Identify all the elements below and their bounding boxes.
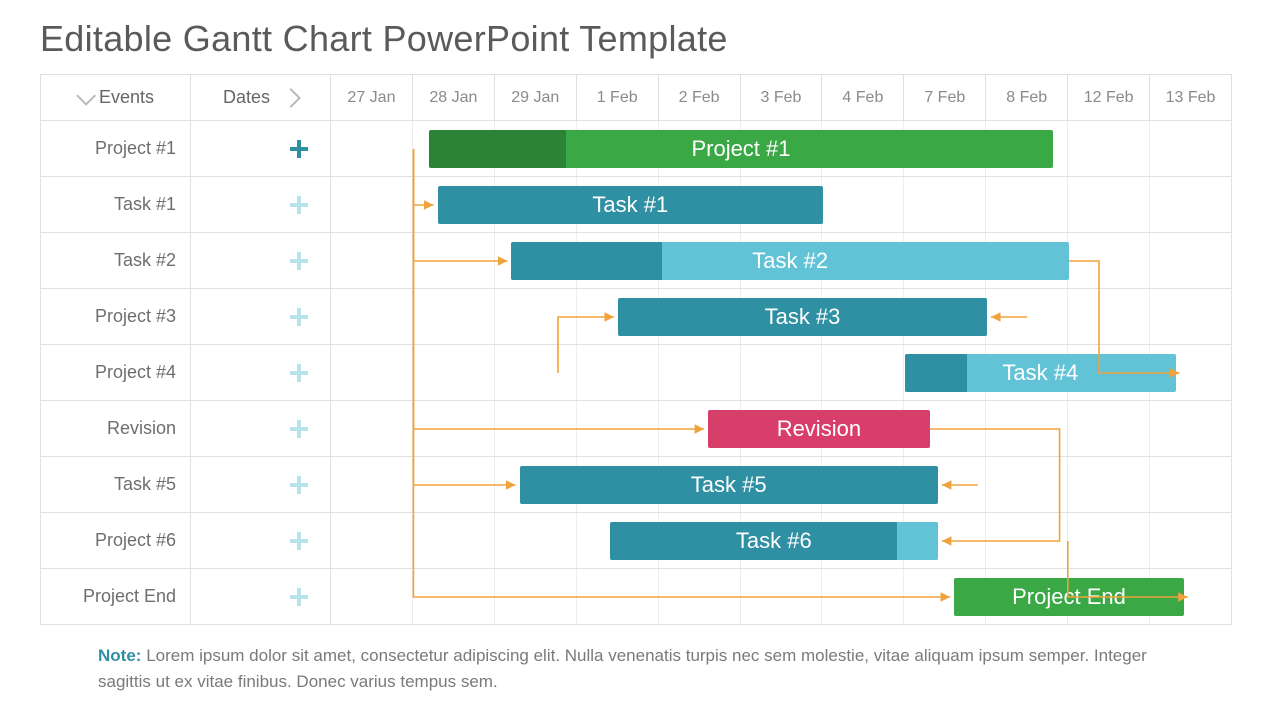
header-events-col: Events <box>41 75 191 120</box>
header-dates-label: Dates <box>223 87 270 108</box>
row-label: Project #6 <box>41 513 191 568</box>
row-label: Revision <box>41 401 191 456</box>
row-expand[interactable] <box>191 457 331 512</box>
gantt-row: Task #5 <box>41 457 1231 513</box>
date-col: 4 Feb <box>822 75 904 120</box>
row-label: Project #3 <box>41 289 191 344</box>
date-col: 8 Feb <box>986 75 1068 120</box>
row-grid <box>331 345 1231 400</box>
row-label: Task #2 <box>41 233 191 288</box>
plus-icon <box>290 364 308 382</box>
gantt-rows: Project #1Task #1Task #2Project #3Projec… <box>41 121 1231 625</box>
row-expand[interactable] <box>191 121 331 176</box>
gantt-row: Project #4 <box>41 345 1231 401</box>
row-expand[interactable] <box>191 233 331 288</box>
row-grid <box>331 233 1231 288</box>
row-expand[interactable] <box>191 569 331 624</box>
date-col: 3 Feb <box>741 75 823 120</box>
page-title: Editable Gantt Chart PowerPoint Template <box>40 18 1240 60</box>
gantt-chart: Events Dates 27 Jan28 Jan29 Jan1 Feb2 Fe… <box>40 74 1232 625</box>
gantt-row: Project #3 <box>41 289 1231 345</box>
header-dates-col: Dates <box>191 75 331 120</box>
plus-icon <box>290 140 308 158</box>
chevron-right-icon <box>281 88 301 108</box>
row-expand[interactable] <box>191 345 331 400</box>
gantt-row: Project #1 <box>41 121 1231 177</box>
gantt-row: Project #6 <box>41 513 1231 569</box>
row-grid <box>331 177 1231 232</box>
gantt-row: Revision <box>41 401 1231 457</box>
gantt-row: Task #2 <box>41 233 1231 289</box>
row-label: Project End <box>41 569 191 624</box>
row-expand[interactable] <box>191 289 331 344</box>
row-grid <box>331 401 1231 456</box>
header-events-label: Events <box>99 87 154 108</box>
row-label: Task #5 <box>41 457 191 512</box>
date-col: 1 Feb <box>577 75 659 120</box>
note-text: Note: Lorem ipsum dolor sit amet, consec… <box>98 643 1168 694</box>
plus-icon <box>290 532 308 550</box>
date-col: 12 Feb <box>1068 75 1150 120</box>
row-grid <box>331 569 1231 624</box>
gantt-row: Task #1 <box>41 177 1231 233</box>
row-grid <box>331 289 1231 344</box>
gantt-header: Events Dates 27 Jan28 Jan29 Jan1 Feb2 Fe… <box>41 75 1231 121</box>
row-grid <box>331 121 1231 176</box>
row-label: Project #4 <box>41 345 191 400</box>
row-grid <box>331 513 1231 568</box>
row-grid <box>331 457 1231 512</box>
date-col: 13 Feb <box>1150 75 1231 120</box>
date-col: 27 Jan <box>331 75 413 120</box>
plus-icon <box>290 252 308 270</box>
date-col: 29 Jan <box>495 75 577 120</box>
header-timeline: 27 Jan28 Jan29 Jan1 Feb2 Feb3 Feb4 Feb7 … <box>331 75 1231 120</box>
note-body: Lorem ipsum dolor sit amet, consectetur … <box>98 646 1147 691</box>
row-expand[interactable] <box>191 177 331 232</box>
plus-icon <box>290 196 308 214</box>
row-label: Task #1 <box>41 177 191 232</box>
date-col: 28 Jan <box>413 75 495 120</box>
row-label: Project #1 <box>41 121 191 176</box>
row-expand[interactable] <box>191 401 331 456</box>
row-expand[interactable] <box>191 513 331 568</box>
note-label: Note: <box>98 646 141 665</box>
gantt-row: Project End <box>41 569 1231 625</box>
chevron-down-icon <box>76 85 96 105</box>
plus-icon <box>290 476 308 494</box>
date-col: 2 Feb <box>659 75 741 120</box>
plus-icon <box>290 308 308 326</box>
plus-icon <box>290 588 308 606</box>
date-col: 7 Feb <box>904 75 986 120</box>
plus-icon <box>290 420 308 438</box>
